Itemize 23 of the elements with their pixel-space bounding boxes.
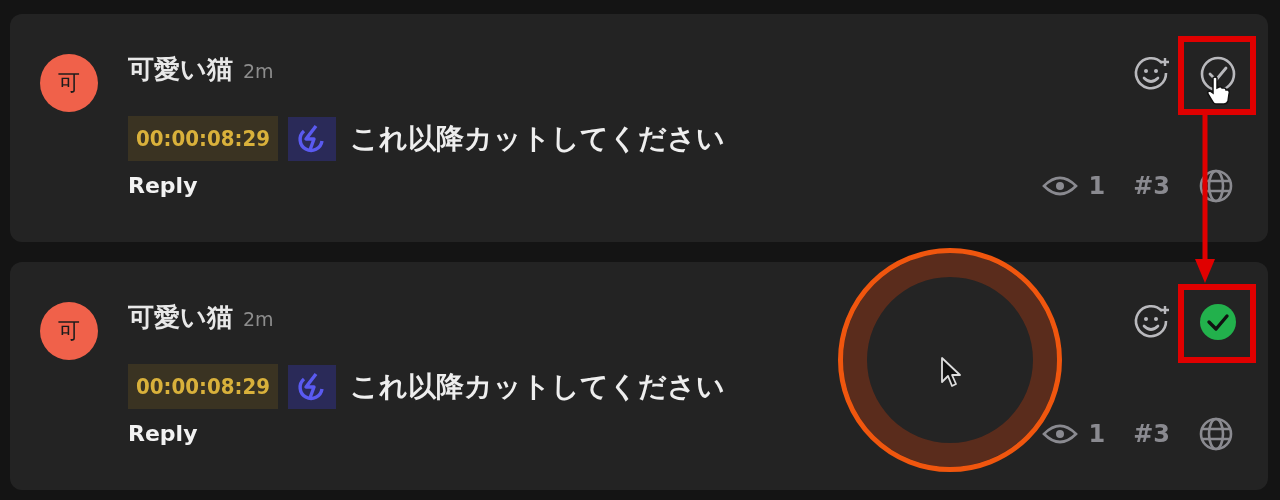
timecode-badge[interactable]: 00:00:08:29 [128, 364, 278, 409]
comment-number: #3 [1133, 172, 1170, 200]
eye-icon [1042, 174, 1079, 198]
comment-text: これ以降カットしてください [349, 120, 725, 157]
avatar: 可 [40, 54, 98, 112]
reply-link[interactable]: Reply [128, 173, 198, 198]
app-icon [287, 116, 336, 161]
resolved-check-icon[interactable] [1198, 302, 1238, 342]
app-icon [287, 364, 336, 409]
comment-time: 2m [243, 60, 274, 82]
comment-number: #3 [1133, 420, 1170, 448]
comment-time: 2m [243, 308, 274, 330]
reply-link[interactable]: Reply [128, 421, 198, 446]
timecode-badge[interactable]: 00:00:08:29 [128, 116, 278, 161]
view-count: 1 [1088, 172, 1106, 200]
avatar: 可 [40, 302, 98, 360]
author-name: 可愛い猫 [128, 53, 233, 86]
eye-icon [1042, 422, 1079, 446]
comment-text: これ以降カットしてください [349, 368, 725, 405]
view-count: 1 [1088, 420, 1106, 448]
author-name: 可愛い猫 [128, 301, 233, 334]
globe-icon[interactable] [1198, 416, 1234, 452]
globe-icon[interactable] [1198, 168, 1234, 204]
